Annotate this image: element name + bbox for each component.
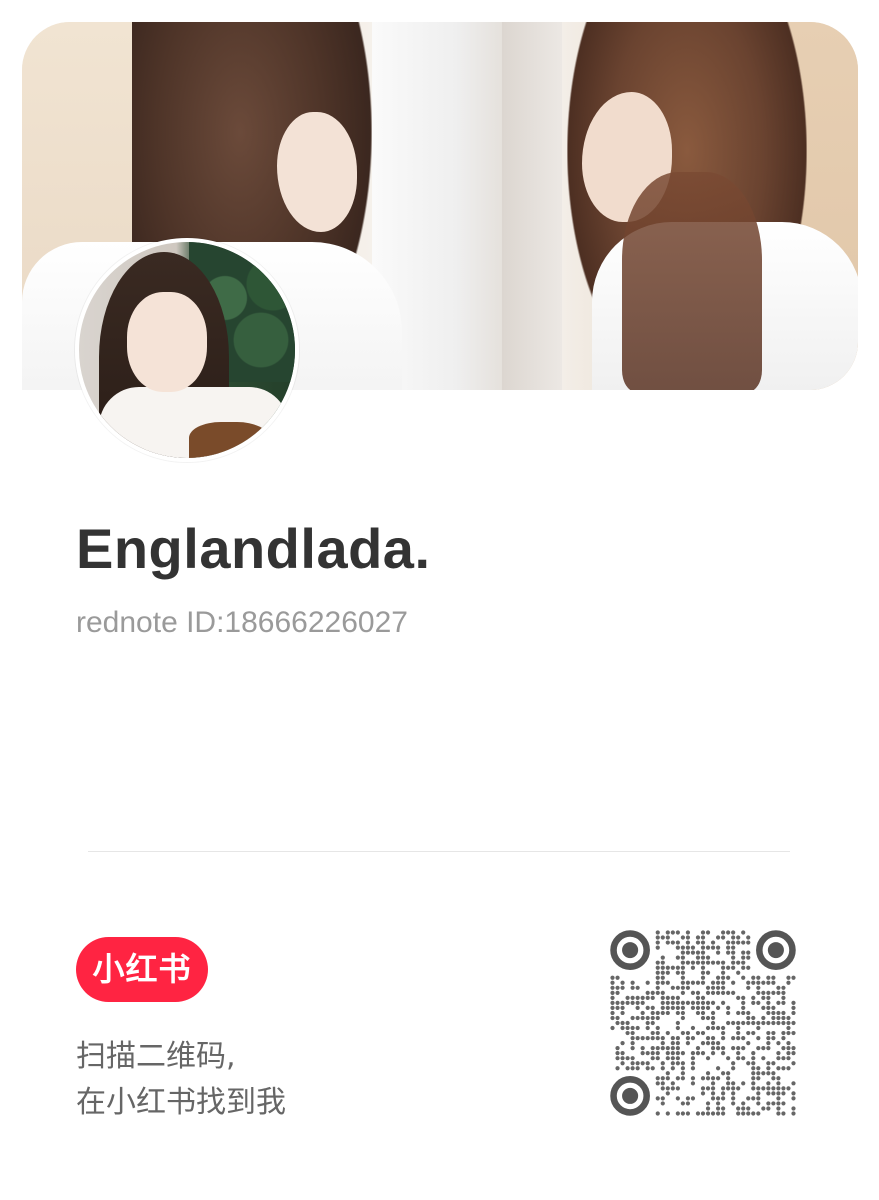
avatar[interactable] <box>75 238 299 462</box>
profile-card: Englandlada. rednote ID:18666226027 小红书 … <box>0 0 879 1200</box>
scan-line-1: 扫描二维码, <box>76 1039 236 1074</box>
qr-code-icon[interactable] <box>610 930 796 1116</box>
divider <box>88 851 790 852</box>
scan-instructions: 扫描二维码, 在小红书找到我 <box>76 1034 286 1126</box>
brand-logo: 小红书 <box>76 937 208 1002</box>
scan-line-2: 在小红书找到我 <box>76 1085 286 1120</box>
profile-name: Englandlada. <box>76 517 431 580</box>
profile-id: rednote ID:18666226027 <box>76 606 408 639</box>
